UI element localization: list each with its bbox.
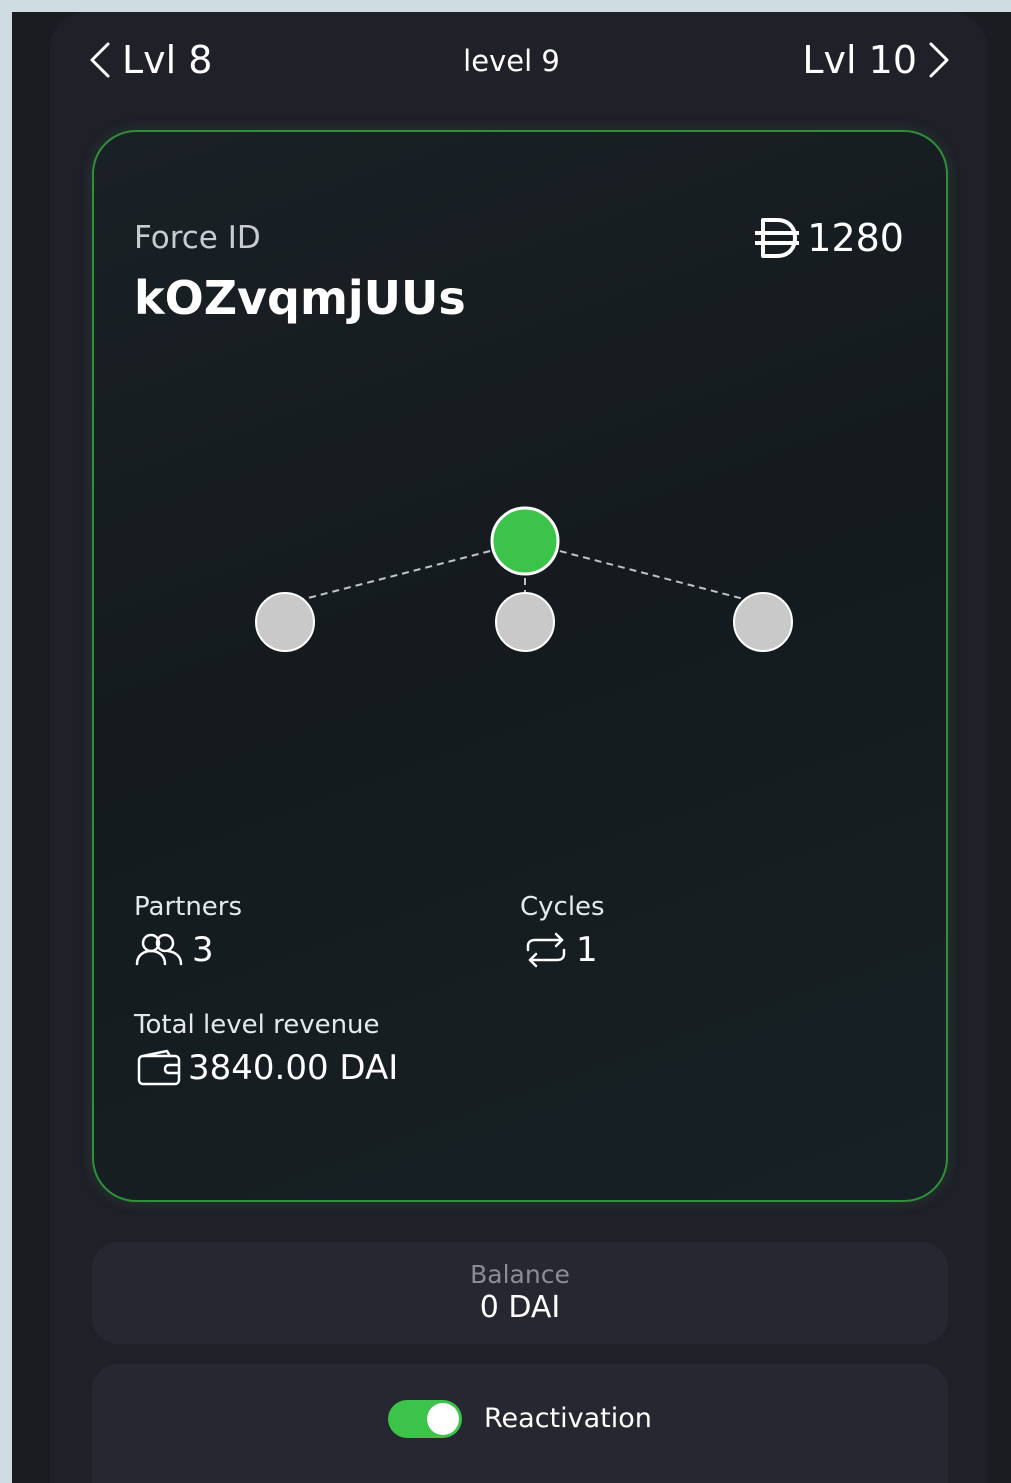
next-level-button[interactable]: Lvl 10: [802, 38, 951, 82]
level-navigation: Lvl 8 level 9 Lvl 10: [12, 12, 1011, 112]
next-level-label: Lvl 10: [802, 38, 917, 82]
reactivation-label: Reactivation: [484, 1403, 652, 1434]
tree-node-child[interactable]: [255, 592, 315, 652]
tree-node-child[interactable]: [733, 592, 793, 652]
users-icon: [135, 933, 183, 966]
cycles-value: 1: [576, 930, 598, 970]
partners-stat: 3: [134, 930, 214, 970]
chevron-right-icon: [929, 42, 949, 78]
revenue-value: 3840.00 DAI: [188, 1048, 399, 1088]
cycles-label: Cycles: [520, 892, 605, 922]
cycles-stat: 1: [522, 930, 598, 970]
revenue-stat: 3840.00 DAI: [136, 1048, 398, 1088]
toggle-knob: [427, 1403, 459, 1435]
balance-label: Balance: [470, 1260, 570, 1289]
wallet-icon: [137, 1049, 181, 1086]
tree-node-root[interactable]: [490, 506, 560, 576]
app-screen: Lvl 8 level 9 Lvl 10 Force ID kOZvqmjUUs…: [12, 12, 1011, 1483]
partners-label: Partners: [134, 892, 243, 922]
level-card: Force ID kOZvqmjUUs 1280 Partners 3 Cycl…: [92, 130, 948, 1202]
revenue-label: Total level revenue: [134, 1010, 380, 1040]
tree-link-right: [524, 541, 764, 605]
repeat-icon: [526, 932, 566, 968]
balance-box: Balance 0 DAI: [92, 1242, 948, 1344]
reactivation-row: Reactivation: [92, 1364, 948, 1483]
balance-value: 0 DAI: [479, 1290, 561, 1325]
partners-value: 3: [192, 930, 214, 970]
tree-node-child[interactable]: [495, 592, 555, 652]
reactivation-toggle[interactable]: [388, 1400, 462, 1438]
tree-link-left: [284, 541, 526, 605]
